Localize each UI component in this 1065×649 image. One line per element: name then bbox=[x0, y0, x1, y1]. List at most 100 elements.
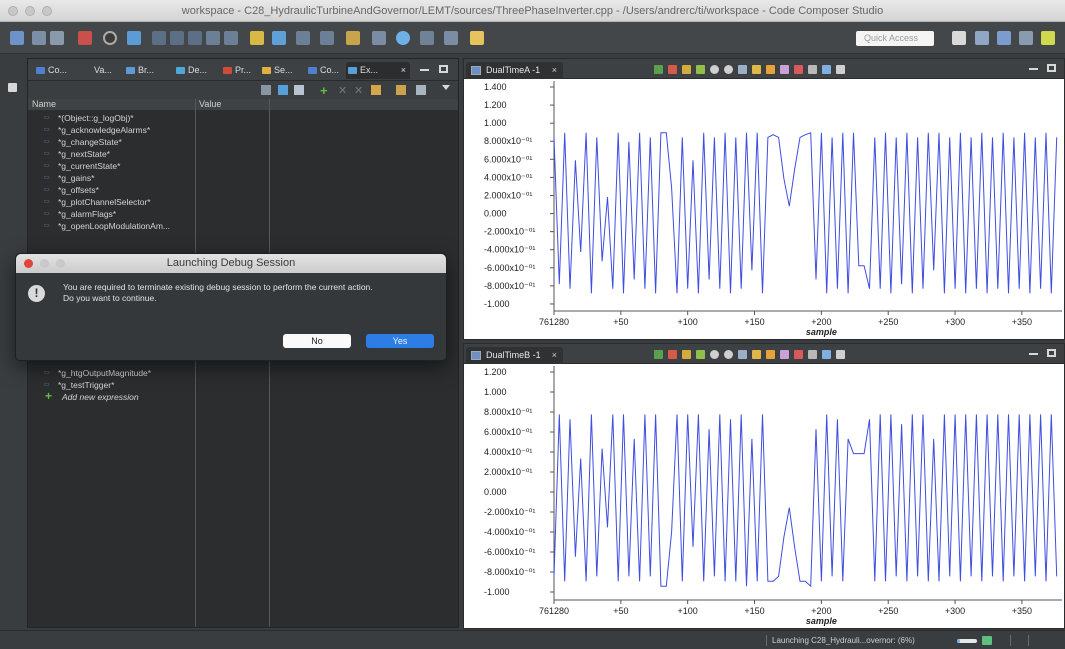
stop-icon[interactable] bbox=[794, 350, 803, 359]
layout-icon[interactable] bbox=[294, 85, 304, 95]
close-icon[interactable]: × bbox=[401, 62, 406, 79]
memory-icon[interactable] bbox=[250, 31, 264, 45]
collapse-all-icon[interactable] bbox=[261, 85, 271, 95]
tab-variables[interactable]: Va... bbox=[80, 62, 112, 79]
auto-scale-icon[interactable] bbox=[752, 350, 761, 359]
perspective-other-icon[interactable] bbox=[1019, 31, 1033, 45]
refresh-icon[interactable] bbox=[766, 350, 775, 359]
tab-problems[interactable]: Pr... bbox=[221, 62, 251, 79]
progress-view-icon[interactable] bbox=[982, 636, 992, 645]
minimize-icon[interactable] bbox=[1029, 68, 1038, 70]
perspective-debug-icon[interactable] bbox=[997, 31, 1011, 45]
properties-icon[interactable] bbox=[780, 65, 789, 74]
perspective-extra-icon[interactable] bbox=[1041, 31, 1055, 45]
pin-icon[interactable] bbox=[396, 85, 406, 95]
expression-row[interactable]: ▭ *(Object::g_logObj)* bbox=[44, 112, 134, 124]
progress-status-text[interactable]: Launching C28_Hydrauli...overnor: (6%) bbox=[772, 636, 915, 645]
column-divider[interactable] bbox=[195, 99, 196, 627]
close-window-button[interactable] bbox=[8, 6, 18, 16]
export-icon[interactable] bbox=[808, 65, 817, 74]
import-icon[interactable] bbox=[822, 65, 831, 74]
export-icon[interactable] bbox=[808, 350, 817, 359]
expression-row[interactable]: ▭ *g_testTrigger* bbox=[44, 379, 114, 391]
debug-icon[interactable] bbox=[103, 31, 117, 45]
expression-row[interactable]: ▭ *g_changeState* bbox=[44, 136, 122, 148]
quick-access-input[interactable]: Quick Access bbox=[856, 31, 934, 46]
measure-icon[interactable] bbox=[668, 350, 677, 359]
expression-row[interactable]: ▭ *g_offsets* bbox=[44, 184, 99, 196]
reset-zoom-icon[interactable] bbox=[738, 350, 747, 359]
graph-settings-icon[interactable] bbox=[836, 350, 845, 359]
layout-icon[interactable] bbox=[372, 31, 386, 45]
perspective-ccs-edit-icon[interactable] bbox=[975, 31, 989, 45]
tab-dualtimeb[interactable]: DualTimeB -1 × bbox=[466, 347, 563, 364]
perspective-icon[interactable] bbox=[952, 31, 966, 45]
close-window-button[interactable] bbox=[24, 259, 33, 268]
tab-debug[interactable]: De... bbox=[174, 62, 207, 79]
save-icon[interactable] bbox=[32, 31, 46, 45]
zoom-in-icon[interactable] bbox=[710, 65, 719, 74]
cursor-icon[interactable] bbox=[654, 350, 663, 359]
reset-zoom-icon[interactable] bbox=[738, 65, 747, 74]
save-all-icon[interactable] bbox=[50, 31, 64, 45]
remove-icon[interactable]: ✕ bbox=[338, 84, 347, 97]
zoom-out-icon[interactable] bbox=[724, 65, 733, 74]
chart-a[interactable]: 1.400 1.200 1.000 8.000x10⁻⁰¹ 6.000x10⁻⁰¹ 4.0… bbox=[464, 79, 1064, 339]
zoom-window-button[interactable] bbox=[42, 6, 52, 16]
expression-row[interactable]: ▭ *g_htgOutputMagnitude* bbox=[44, 367, 151, 379]
add-expression-icon[interactable]: + bbox=[320, 83, 328, 98]
column-name[interactable]: Name bbox=[32, 99, 56, 109]
expression-row[interactable]: ▭ *g_currentState* bbox=[44, 160, 120, 172]
column-value[interactable]: Value bbox=[199, 99, 221, 109]
import-icon[interactable] bbox=[822, 350, 831, 359]
maximize-icon[interactable] bbox=[439, 65, 448, 73]
remove-all-icon[interactable]: ✕ bbox=[354, 84, 363, 97]
zoom-in-icon[interactable] bbox=[710, 350, 719, 359]
view-menu-icon[interactable] bbox=[442, 85, 450, 90]
tools-icon[interactable] bbox=[346, 31, 360, 45]
restore-view-icon[interactable] bbox=[8, 83, 17, 92]
minimize-window-button[interactable] bbox=[25, 6, 35, 16]
expression-row[interactable]: ▭ *g_acknowledgeAlarms* bbox=[44, 124, 150, 136]
resume-icon[interactable] bbox=[152, 31, 166, 45]
refresh-icon[interactable] bbox=[766, 65, 775, 74]
flash-icon[interactable] bbox=[396, 31, 410, 45]
column-divider[interactable] bbox=[269, 99, 270, 627]
pan-icon[interactable] bbox=[696, 65, 705, 74]
connect-icon[interactable] bbox=[127, 31, 141, 45]
tab-console-1[interactable]: Co... bbox=[34, 62, 67, 79]
refresh-icon[interactable] bbox=[371, 85, 381, 95]
maximize-icon[interactable] bbox=[1047, 64, 1056, 72]
auto-scale-icon[interactable] bbox=[752, 65, 761, 74]
tab-expressions[interactable]: Ex... × bbox=[346, 62, 410, 79]
measure-icon[interactable] bbox=[668, 65, 677, 74]
pan-icon[interactable] bbox=[696, 350, 705, 359]
expression-row[interactable]: ▭ *g_gains* bbox=[44, 172, 94, 184]
chart-b[interactable]: 1.200 1.000 8.000x10⁻⁰¹ 6.000x10⁻⁰¹ 4.000x10… bbox=[464, 364, 1064, 628]
minimize-icon[interactable] bbox=[420, 69, 429, 71]
target-icon[interactable] bbox=[420, 31, 434, 45]
restart-icon[interactable] bbox=[320, 31, 334, 45]
step-over-icon[interactable] bbox=[224, 31, 238, 45]
expression-row[interactable]: ▭ *g_openLoopModulationAm... bbox=[44, 220, 170, 232]
expression-row[interactable]: ▭ *g_plotChannelSelector* bbox=[44, 196, 151, 208]
step-return-icon[interactable] bbox=[296, 31, 310, 45]
no-button[interactable]: No bbox=[283, 334, 351, 348]
graph-settings-icon[interactable] bbox=[836, 65, 845, 74]
yes-button[interactable]: Yes bbox=[366, 334, 434, 348]
tab-dualtimea[interactable]: DualTimeA -1 × bbox=[466, 62, 563, 79]
new-icon[interactable] bbox=[10, 31, 24, 45]
maximize-icon[interactable] bbox=[1047, 349, 1056, 357]
pen-icon[interactable] bbox=[470, 31, 484, 45]
add-new-expression[interactable]: + Add new expression bbox=[45, 390, 139, 403]
graph-icon[interactable] bbox=[272, 31, 286, 45]
build-icon[interactable] bbox=[78, 31, 92, 45]
show-type-icon[interactable] bbox=[278, 85, 288, 95]
cursor-icon[interactable] bbox=[654, 65, 663, 74]
expression-row[interactable]: ▭ *g_nextState* bbox=[44, 148, 110, 160]
close-icon[interactable]: × bbox=[552, 347, 557, 364]
marker-icon[interactable] bbox=[682, 350, 691, 359]
expression-row[interactable]: ▭ *g_alarmFlags* bbox=[44, 208, 116, 220]
minimize-icon[interactable] bbox=[1029, 353, 1038, 355]
step-into-icon[interactable] bbox=[206, 31, 220, 45]
